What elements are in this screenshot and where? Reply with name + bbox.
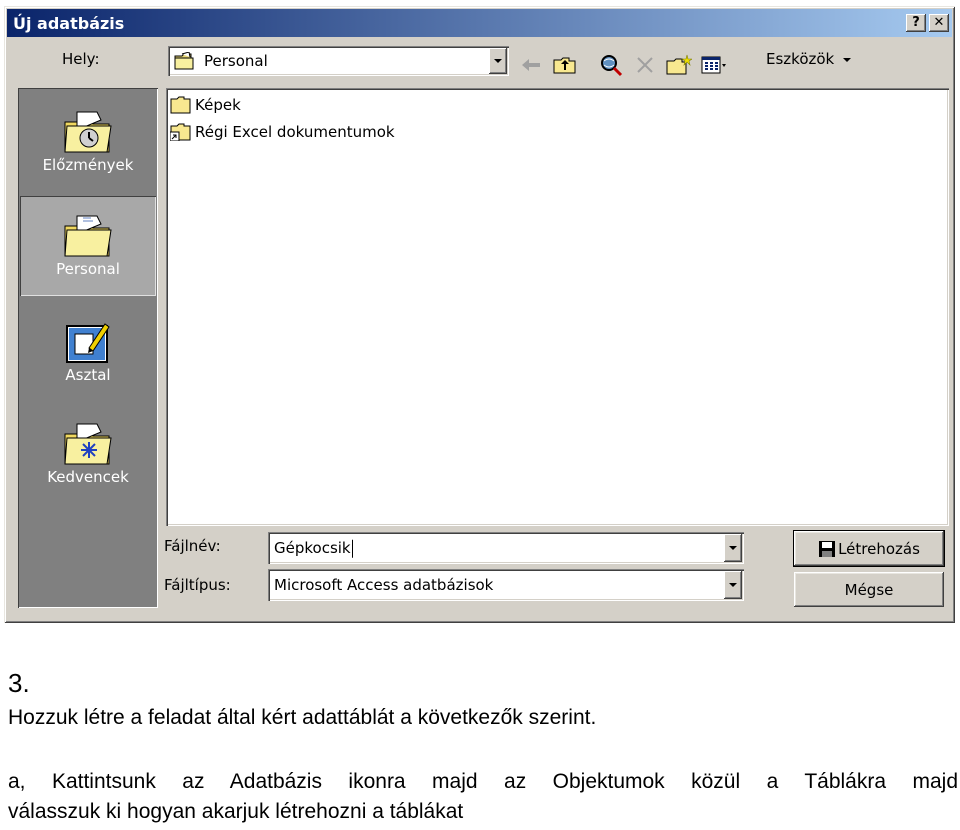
delete-icon[interactable] (632, 52, 658, 78)
step-number: 3. (8, 668, 30, 698)
chevron-down-icon[interactable] (724, 534, 742, 562)
filename-value-wrap: Gépkocsik (274, 539, 353, 558)
file-item-regi-excel[interactable]: Régi Excel dokumentumok (170, 123, 395, 141)
file-list[interactable]: Képek Régi Excel dokumentumok (166, 88, 949, 526)
close-button[interactable]: ✕ (929, 14, 949, 32)
instruction-line-2: a, Kattintsunk az Adatbázis ikonra majd … (8, 770, 958, 793)
filename-value: Gépkocsik (274, 538, 351, 557)
filename-field[interactable]: Gépkocsik (268, 532, 744, 564)
place-favorites[interactable]: Kedvencek (20, 404, 156, 504)
filetype-value: Microsoft Access adatbázisok (274, 576, 494, 594)
help-button[interactable]: ? (906, 14, 926, 32)
folder-shortcut-icon (170, 123, 191, 141)
file-name: Képek (195, 96, 241, 114)
place-history[interactable]: Előzmények (20, 92, 156, 192)
place-desktop[interactable]: Asztal (20, 302, 156, 402)
chevron-down-icon[interactable] (489, 48, 507, 74)
cancel-button[interactable]: Mégse (794, 572, 944, 607)
tools-label: Eszközök (766, 50, 835, 68)
instruction-line-3: válasszuk ki hogyan akarjuk létrehozni a… (8, 800, 464, 823)
text-caret (351, 539, 353, 558)
dialog-title: Új adatbázis (13, 13, 125, 33)
create-label: Létrehozás (838, 539, 920, 558)
back-arrow-icon[interactable] (518, 52, 544, 78)
create-button[interactable]: Létrehozás (793, 530, 945, 567)
location-label: Hely: (62, 50, 100, 68)
new-database-dialog: Új adatbázis ? ✕ Hely: Personal Eszközök (4, 6, 955, 623)
place-label-favorites: Kedvencek (47, 468, 129, 486)
place-label-desktop: Asztal (65, 366, 111, 384)
filetype-dropdown[interactable]: Microsoft Access adatbázisok (268, 569, 744, 601)
cancel-label: Mégse (844, 580, 894, 599)
place-personal[interactable]: Personal (20, 196, 156, 296)
search-web-icon[interactable] (598, 52, 624, 78)
history-folder-icon (64, 111, 112, 153)
tools-menu[interactable]: Eszközök (766, 50, 852, 68)
instruction-line-1: Hozzuk létre a feladat által kért adattá… (8, 706, 597, 729)
views-icon[interactable] (701, 52, 727, 78)
folder-icon (174, 52, 194, 70)
desktop-icon (66, 323, 110, 363)
dropdown-arrow-icon (843, 57, 852, 62)
title-bar[interactable]: Új adatbázis ? ✕ (7, 9, 952, 37)
file-name: Régi Excel dokumentumok (195, 123, 395, 141)
filetype-label: Fájltípus: (164, 576, 231, 594)
location-dropdown[interactable]: Personal (168, 46, 509, 76)
folder-icon (170, 96, 191, 114)
place-label-personal: Personal (56, 260, 120, 278)
new-folder-icon[interactable] (666, 52, 692, 78)
personal-folder-icon (64, 215, 112, 257)
places-bar: Előzmények Personal Asztal Kedvencek (18, 88, 158, 608)
place-label-history: Előzmények (42, 156, 134, 174)
file-item-kepek[interactable]: Képek (170, 96, 241, 114)
location-value: Personal (204, 52, 268, 70)
favorites-folder-icon (64, 423, 112, 465)
chevron-down-icon[interactable] (724, 571, 742, 599)
up-folder-icon[interactable] (552, 52, 578, 78)
filename-label: Fájlnév: (164, 537, 221, 555)
save-disk-icon (819, 540, 836, 557)
